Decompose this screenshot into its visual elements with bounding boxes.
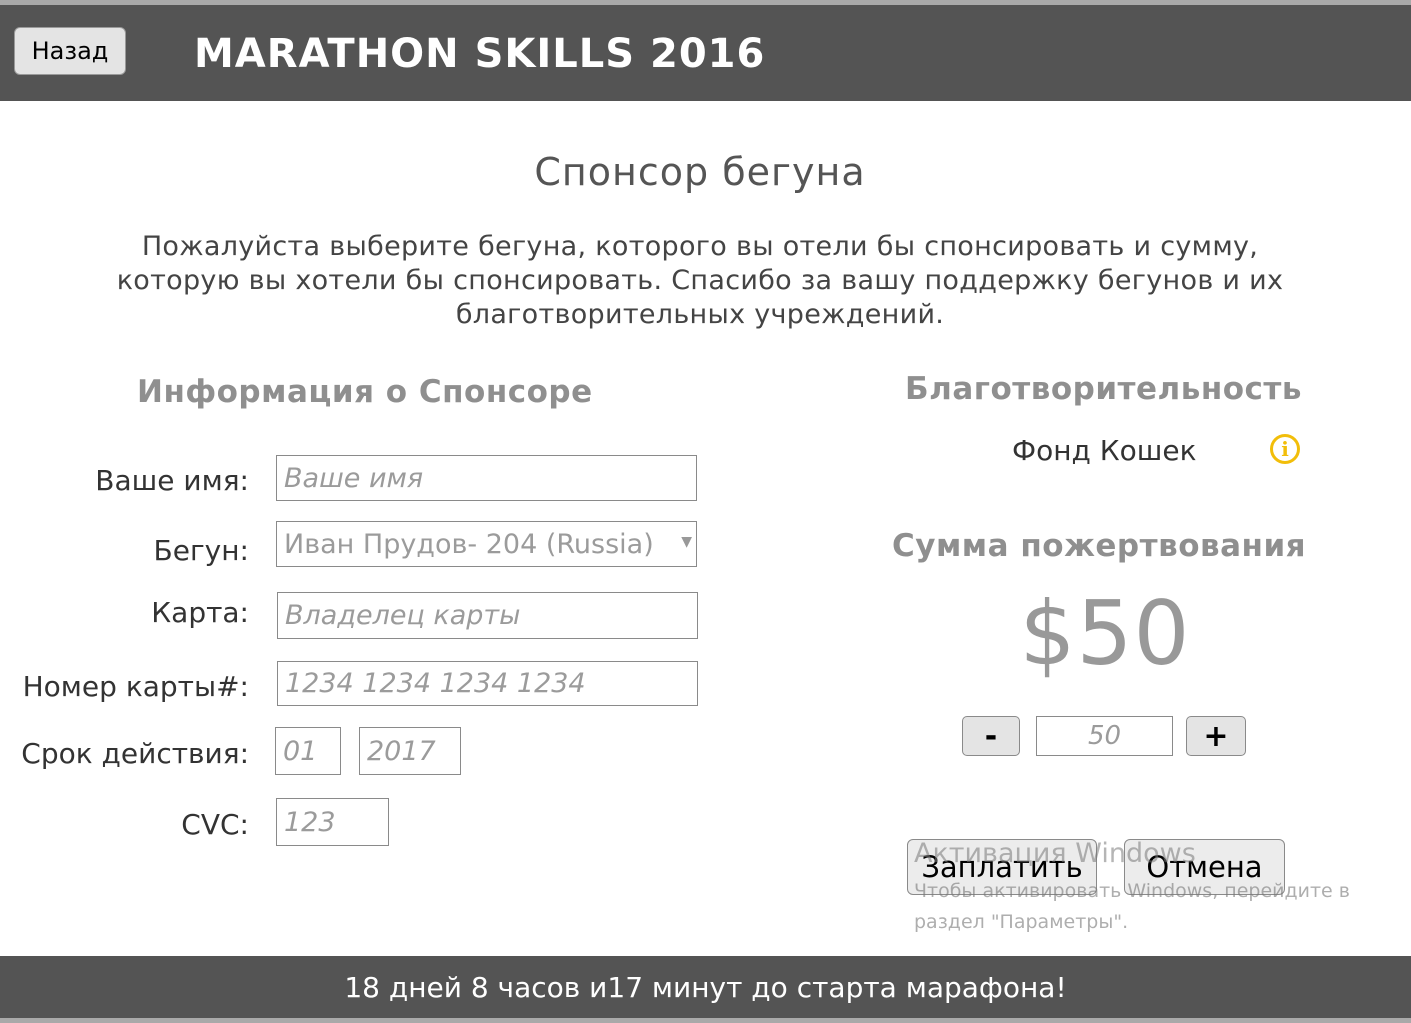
charity-name: Фонд Кошек: [1012, 434, 1197, 467]
countdown-text: 18 дней 8 часов и17 минут до старта мара…: [344, 970, 1067, 1004]
bottom-border-strip: [0, 1018, 1411, 1023]
intro-line: благотворительных учреждений.: [455, 299, 945, 330]
intro-text: Пожалуйста выберите бегуна, которого вы …: [100, 230, 1300, 332]
decrease-amount-button[interactable]: -: [962, 716, 1020, 756]
back-button[interactable]: Назад: [14, 27, 126, 75]
donation-section-title: Сумма пожертвования: [892, 528, 1307, 564]
sponsor-section-title: Информация о Спонсоре: [137, 374, 593, 410]
runner-select[interactable]: Иван Прудов- 204 (Russia) ▼: [276, 521, 697, 567]
donation-amount-display: $50: [1019, 582, 1191, 685]
expiry-label: Срок действия:: [21, 737, 249, 770]
donation-amount-input[interactable]: [1036, 716, 1173, 756]
app-title: MARATHON SKILLS 2016: [194, 31, 766, 77]
countdown-footer: 18 дней 8 часов и17 минут до старта мара…: [0, 956, 1411, 1018]
windows-activation-title: Активация Windows: [914, 838, 1196, 869]
name-input[interactable]: [276, 455, 697, 501]
info-icon[interactable]: i: [1270, 434, 1300, 464]
expiry-month-input[interactable]: [275, 727, 341, 775]
windows-activation-text: Чтобы активировать Windows, перейдите в …: [914, 880, 1350, 933]
expiry-year-input[interactable]: [359, 727, 461, 775]
card-number-label: Номер карты#:: [22, 670, 249, 703]
card-label: Карта:: [151, 596, 249, 629]
runner-label: Бегун:: [153, 534, 249, 567]
cvc-label: CVC:: [181, 808, 249, 841]
increase-amount-button[interactable]: +: [1186, 716, 1246, 756]
intro-line: Пожалуйста выберите бегуна, которого вы …: [141, 231, 1259, 262]
dropdown-arrow-icon: ▼: [681, 534, 692, 550]
card-holder-input[interactable]: [277, 592, 698, 639]
card-number-input[interactable]: [277, 661, 698, 706]
charity-section-title: Благотворительность: [905, 371, 1302, 407]
intro-line: которую вы хотели бы спонсировать. Спаси…: [116, 265, 1284, 296]
runner-selected-value: Иван Прудов- 204 (Russia): [284, 528, 654, 560]
page-title: Спонсор бегуна: [534, 150, 866, 194]
name-label: Ваше имя:: [95, 464, 249, 497]
app-header: Назад MARATHON SKILLS 2016: [0, 5, 1411, 101]
cvc-input[interactable]: [276, 798, 389, 846]
